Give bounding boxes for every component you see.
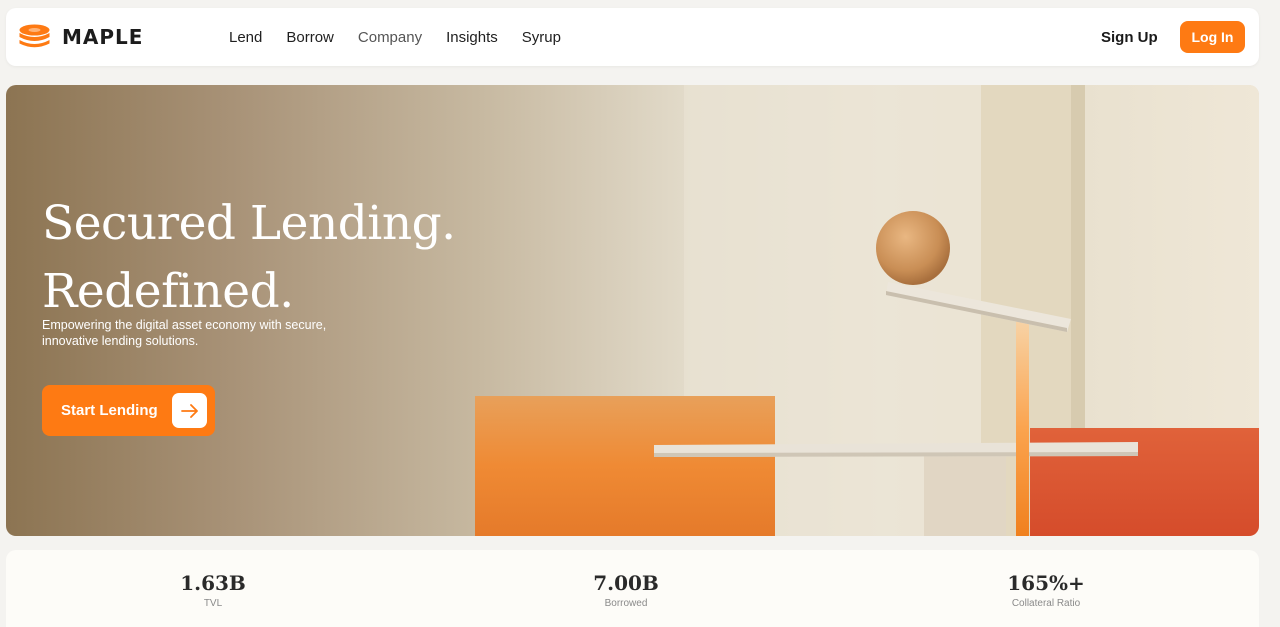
stat-collateral-ratio-label: Collateral Ratio (1011, 598, 1081, 609)
stats-bar: 1.63B TVL 7.00B Borrowed 165%+ Collatera… (6, 550, 1259, 627)
hero-subtitle: Empowering the digital asset economy wit… (42, 318, 327, 348)
arrow-right-icon (172, 393, 207, 428)
main-nav: Lend Borrow Company Insights Syrup (229, 8, 585, 66)
hero-banner: Secured Lending. Redefined. Empowering t… (6, 85, 1259, 536)
stat-tvl-label: TVL (203, 598, 223, 609)
stat-collateral-ratio: 165%+ Collateral Ratio (946, 570, 1146, 609)
nav-link-borrow[interactable]: Borrow (286, 29, 334, 46)
nav-link-insights[interactable]: Insights (446, 29, 498, 46)
start-lending-label: Start Lending (61, 402, 158, 419)
log-in-button[interactable]: Log In (1180, 21, 1245, 53)
stat-tvl: 1.63B TVL (113, 570, 313, 609)
hero-heading: Secured Lending. Redefined. (42, 190, 456, 326)
start-lending-button[interactable]: Start Lending (42, 385, 215, 436)
stat-borrowed: 7.00B Borrowed (526, 570, 726, 609)
top-navbar: MAPLE Lend Borrow Company Insights Syrup… (6, 8, 1259, 66)
stat-borrowed-label: Borrowed (604, 598, 648, 609)
maple-logo-icon (19, 24, 50, 48)
sign-up-link[interactable]: Sign Up (1101, 8, 1158, 66)
nav-link-syrup[interactable]: Syrup (522, 29, 561, 46)
stat-borrowed-value: 7.00B (593, 571, 659, 595)
hero-heading-line-2: Redefined. (42, 264, 294, 319)
brand-logo[interactable]: MAPLE (18, 24, 143, 50)
brand-name: MAPLE (62, 25, 144, 49)
stat-tvl-value: 1.63B (180, 571, 246, 595)
nav-link-company[interactable]: Company (358, 29, 422, 46)
stat-collateral-ratio-value: 165%+ (1007, 571, 1085, 595)
hero-heading-line-1: Secured Lending. (42, 196, 456, 251)
nav-link-lend[interactable]: Lend (229, 29, 262, 46)
